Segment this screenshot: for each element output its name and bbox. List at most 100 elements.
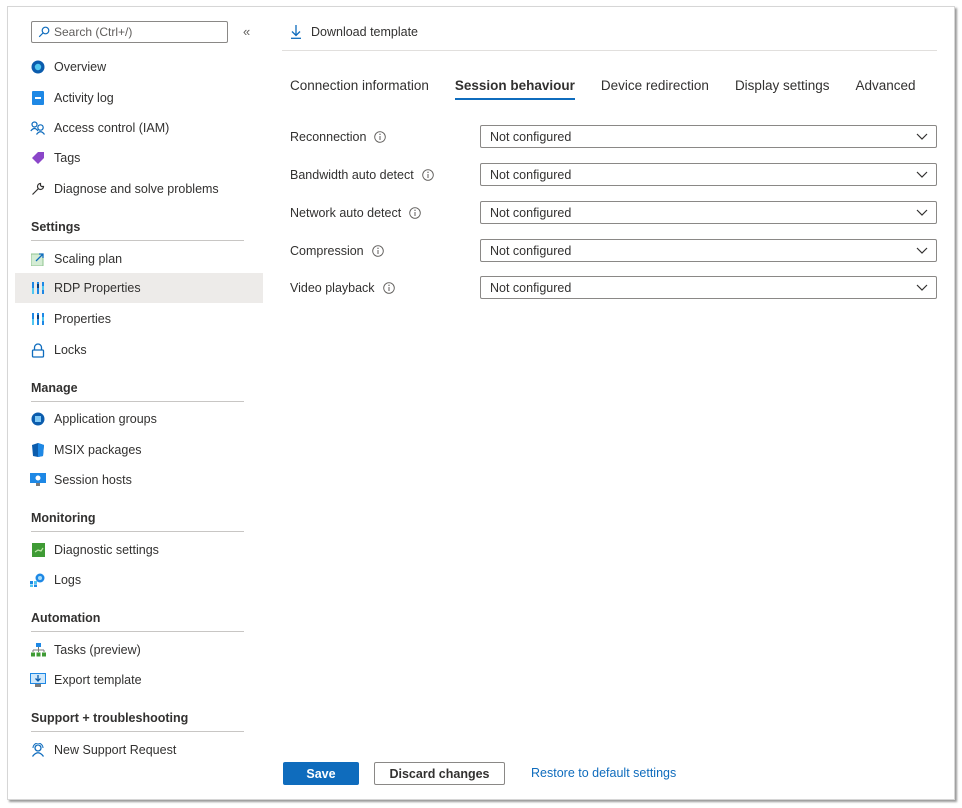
section-header-monitoring: Monitoring: [31, 511, 244, 532]
sidebar-item-diagnostic-settings[interactable]: Diagnostic settings: [15, 535, 263, 565]
discard-changes-button[interactable]: Discard changes: [374, 762, 505, 785]
network-auto-detect-dropdown[interactable]: Not configured: [480, 201, 937, 224]
sidebar-item-label: Locks: [54, 343, 87, 357]
tab-connection-information[interactable]: Connection information: [290, 78, 429, 99]
access-control-icon: [30, 120, 46, 136]
info-icon[interactable]: [371, 244, 384, 257]
dropdown-value: Not configured: [490, 167, 572, 182]
info-icon[interactable]: [374, 130, 387, 143]
restore-defaults-link[interactable]: Restore to default settings: [531, 766, 676, 780]
sidebar-item-msix-packages[interactable]: MSIX packages: [15, 435, 263, 465]
tag-icon: [30, 150, 46, 166]
tab-list: Connection information Session behaviour…: [290, 78, 942, 100]
setting-row-reconnection: Reconnection Not configured: [290, 125, 938, 148]
section-header-automation: Automation: [31, 611, 244, 632]
sidebar-item-label: New Support Request: [54, 743, 177, 757]
properties-icon: [30, 311, 46, 327]
sidebar-item-logs[interactable]: Logs: [15, 565, 263, 595]
search-icon: [38, 26, 50, 38]
bandwidth-auto-detect-dropdown[interactable]: Not configured: [480, 163, 937, 186]
setting-label: Network auto detect: [290, 205, 402, 220]
sidebar-item-label: Scaling plan: [54, 252, 123, 266]
collapse-sidebar-button[interactable]: «: [243, 24, 250, 39]
sidebar-item-rdp-properties[interactable]: RDP Properties: [15, 273, 263, 303]
sidebar-item-label: Access control (IAM): [54, 121, 170, 135]
chevron-down-icon: [916, 247, 928, 254]
chevron-down-icon: [916, 133, 928, 140]
activity-log-icon: [30, 90, 46, 106]
wrench-icon: [30, 181, 46, 197]
dropdown-value: Not configured: [490, 129, 572, 144]
sidebar-item-label: Logs: [54, 573, 82, 587]
sidebar-item-application-groups[interactable]: Application groups: [15, 404, 263, 434]
setting-row-video-playback: Video playback Not configured: [290, 276, 938, 299]
session-hosts-icon: [30, 472, 46, 488]
section-header-manage: Manage: [31, 381, 244, 402]
sidebar-item-label: MSIX packages: [54, 443, 142, 457]
sidebar-item-activity-log[interactable]: Activity log: [15, 83, 263, 113]
scaling-plan-icon: [30, 251, 46, 267]
sidebar-item-diagnose[interactable]: Diagnose and solve problems: [15, 174, 263, 204]
overview-icon: [30, 59, 46, 75]
search-input[interactable]: [54, 25, 214, 39]
tab-device-redirection[interactable]: Device redirection: [601, 78, 709, 99]
section-header-settings: Settings: [31, 220, 244, 241]
setting-row-network-auto-detect: Network auto detect Not configured: [290, 201, 938, 224]
sidebar-item-tags[interactable]: Tags: [15, 143, 263, 173]
sidebar-item-label: Diagnose and solve problems: [54, 182, 219, 196]
command-bar: Download template: [282, 18, 937, 51]
tab-advanced[interactable]: Advanced: [855, 78, 915, 99]
logs-icon: [30, 572, 46, 588]
sidebar-item-label: Tags: [54, 151, 81, 165]
section-header-support: Support + troubleshooting: [31, 711, 244, 732]
info-icon[interactable]: [382, 281, 395, 294]
sidebar-item-label: Application groups: [54, 412, 157, 426]
video-playback-dropdown[interactable]: Not configured: [480, 276, 937, 299]
properties-icon: [30, 280, 46, 296]
sidebar-item-label: Tasks (preview): [54, 643, 141, 657]
save-button[interactable]: Save: [283, 762, 359, 785]
reconnection-dropdown[interactable]: Not configured: [480, 125, 937, 148]
dropdown-value: Not configured: [490, 243, 572, 258]
compression-dropdown[interactable]: Not configured: [480, 239, 937, 262]
lock-icon: [30, 342, 46, 358]
chevron-down-icon: [916, 284, 928, 291]
search-box[interactable]: [31, 21, 228, 43]
sidebar-item-access-control[interactable]: Access control (IAM): [15, 113, 263, 143]
setting-row-compression: Compression Not configured: [290, 239, 938, 262]
sidebar-item-export-template[interactable]: Export template: [15, 665, 263, 695]
setting-label: Reconnection: [290, 129, 367, 144]
download-template-label: Download template: [311, 25, 419, 39]
chevron-down-icon: [916, 209, 928, 216]
sidebar-item-new-support-request[interactable]: New Support Request: [15, 735, 263, 765]
sidebar-item-overview[interactable]: Overview: [15, 52, 263, 82]
export-template-icon: [30, 672, 46, 688]
sidebar-item-label: RDP Properties: [54, 281, 141, 295]
chevron-down-icon: [916, 171, 928, 178]
sidebar-item-tasks[interactable]: Tasks (preview): [15, 635, 263, 665]
sidebar-item-label: Export template: [54, 673, 142, 687]
info-icon[interactable]: [421, 168, 434, 181]
info-icon[interactable]: [409, 206, 421, 219]
setting-label: Video playback: [290, 280, 375, 295]
sidebar-item-locks[interactable]: Locks: [15, 335, 263, 365]
sidebar-item-label: Diagnostic settings: [54, 543, 159, 557]
sidebar-item-label: Overview: [54, 60, 107, 74]
sidebar-item-scaling-plan[interactable]: Scaling plan: [15, 244, 263, 274]
sidebar-item-label: Session hosts: [54, 473, 132, 487]
sidebar-item-properties[interactable]: Properties: [15, 304, 263, 334]
msix-package-icon: [30, 442, 46, 458]
setting-row-bandwidth-auto-detect: Bandwidth auto detect Not configured: [290, 163, 938, 186]
sidebar-item-session-hosts[interactable]: Session hosts: [15, 465, 263, 495]
tab-display-settings[interactable]: Display settings: [735, 78, 830, 99]
tab-session-behaviour[interactable]: Session behaviour: [454, 78, 575, 100]
tasks-icon: [30, 642, 46, 658]
sidebar-item-label: Activity log: [54, 91, 114, 105]
setting-label: Compression: [290, 243, 364, 258]
download-icon: [291, 25, 301, 39]
sidebar-item-label: Properties: [54, 312, 111, 326]
dropdown-value: Not configured: [490, 280, 572, 295]
setting-label: Bandwidth auto detect: [290, 167, 414, 182]
support-request-icon: [30, 742, 46, 758]
download-template-button[interactable]: Download template: [290, 25, 418, 39]
